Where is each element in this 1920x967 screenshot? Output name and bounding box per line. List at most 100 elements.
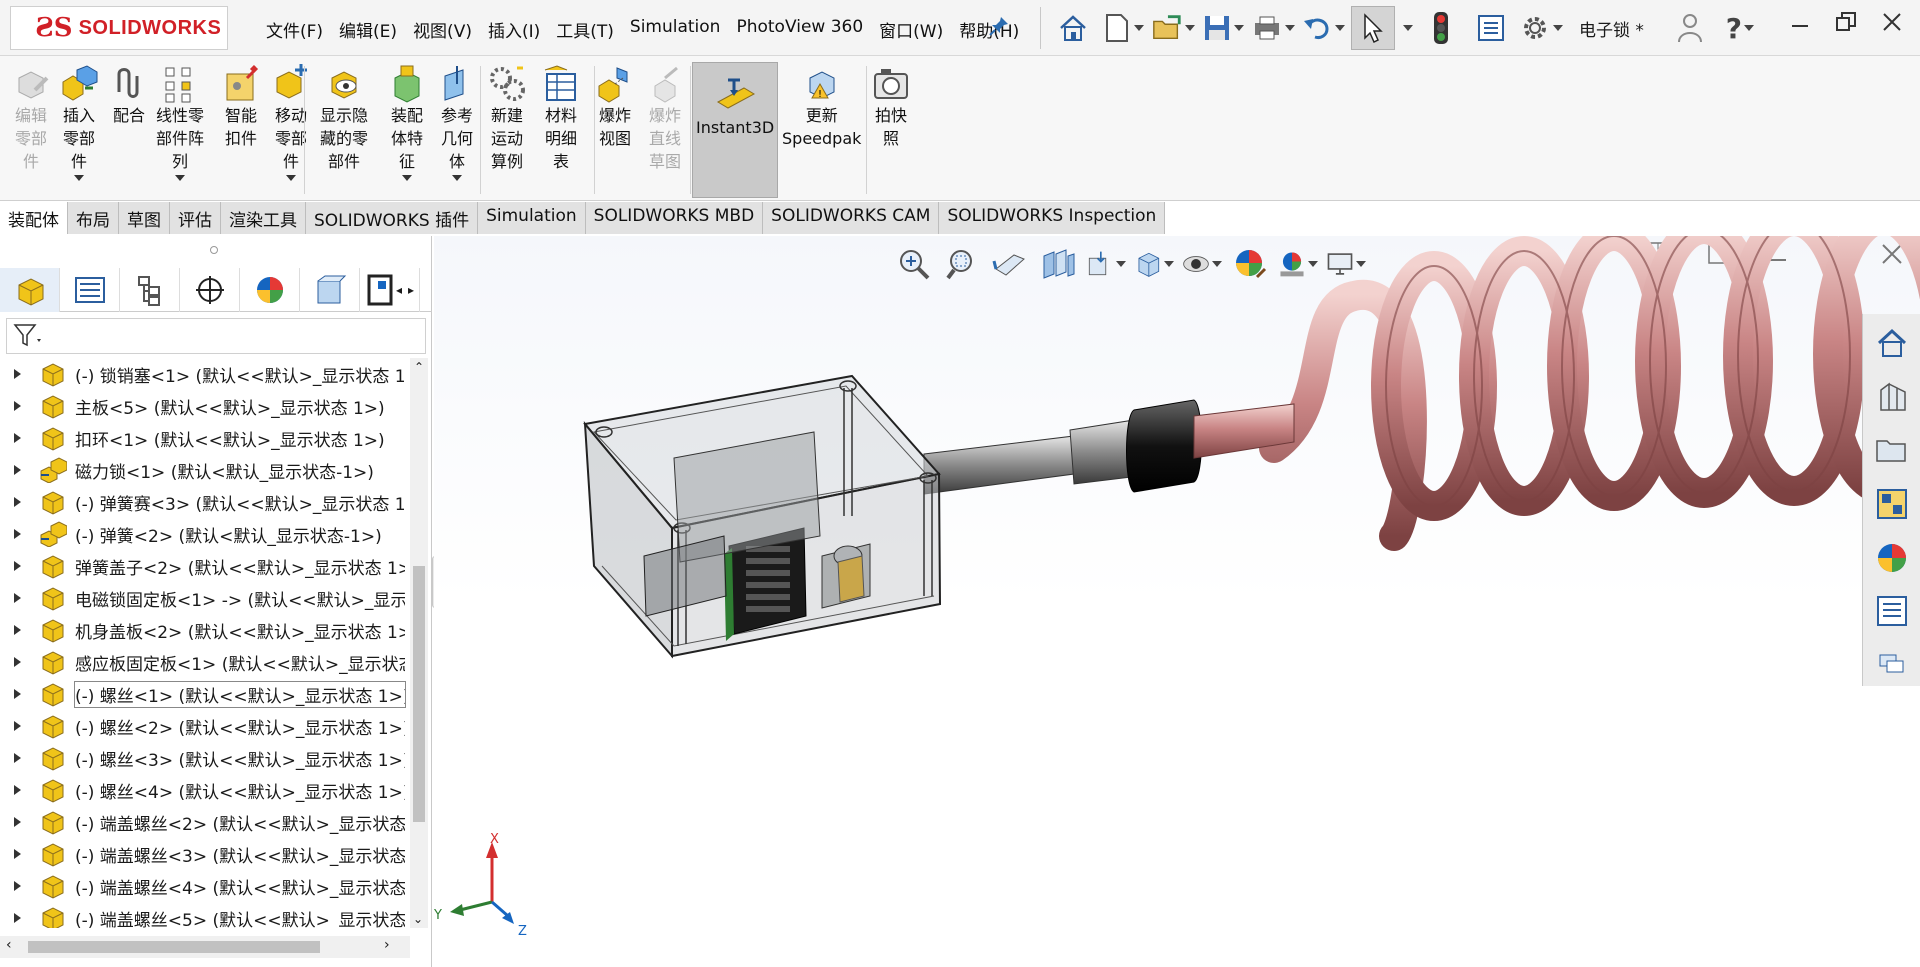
- tab-5[interactable]: SOLIDWORKS 插件: [306, 202, 479, 234]
- tree-vertical-scroll-thumb[interactable]: [413, 566, 425, 822]
- scroll-left-icon[interactable]: ‹: [6, 937, 12, 953]
- menu-item-6[interactable]: PhotoView 360: [728, 17, 871, 42]
- tree-item[interactable]: 机身盖板<2> (默认<<默认>_显示状态 1>): [0, 614, 410, 646]
- tree-item[interactable]: 弹簧盖子<2> (默认<<默认>_显示状态 1>): [0, 550, 410, 582]
- expand-arrow-icon[interactable]: [14, 753, 21, 763]
- expand-arrow-icon[interactable]: [14, 785, 21, 795]
- expand-arrow-icon[interactable]: [14, 625, 21, 635]
- expand-arrow-icon[interactable]: [14, 689, 21, 699]
- graphics-area[interactable]: X Y Z: [434, 236, 1920, 967]
- tree-item[interactable]: (-) 弹簧赛<3> (默认<<默认>_显示状态 1>): [0, 486, 410, 518]
- scroll-right-icon[interactable]: ›: [384, 937, 390, 953]
- tree-item[interactable]: 电磁锁固定板<1> -> (默认<<默认>_显示状态 1>): [0, 582, 410, 614]
- minimize-icon[interactable]: [1786, 8, 1814, 36]
- bill-of-materials-button[interactable]: 材料 明细 表: [540, 64, 582, 173]
- save-icon[interactable]: [1201, 6, 1245, 50]
- tab-3[interactable]: 评估: [170, 202, 221, 234]
- home-icon[interactable]: [1051, 6, 1095, 50]
- take-snapshot-button[interactable]: 拍快 照: [870, 64, 912, 150]
- panel-tabs-scroll-left-icon[interactable]: ◂: [396, 283, 402, 297]
- undo-icon[interactable]: [1301, 6, 1345, 50]
- tree-item[interactable]: (-) 螺丝<1> (默认<<默认>_显示状态 1>): [0, 678, 410, 710]
- tree-filter[interactable]: [6, 318, 426, 354]
- tree-item[interactable]: (-) 螺丝<2> (默认<<默认>_显示状态 1>): [0, 710, 410, 742]
- assembly-model-illustration[interactable]: [434, 236, 1920, 967]
- chevron-down-icon[interactable]: [452, 175, 462, 181]
- design-library-icon[interactable]: [1871, 376, 1913, 418]
- close-icon[interactable]: [1878, 8, 1906, 36]
- expand-arrow-icon[interactable]: [14, 401, 21, 411]
- move-component-button[interactable]: 移动 零部 件: [270, 64, 312, 181]
- file-properties-icon[interactable]: [1469, 6, 1513, 50]
- insert-components-button[interactable]: 插入 零部 件: [58, 64, 100, 181]
- tree-item[interactable]: (-) 螺丝<3> (默认<<默认>_显示状态 1>): [0, 742, 410, 774]
- expand-arrow-icon[interactable]: [14, 497, 21, 507]
- print-icon[interactable]: [1251, 6, 1295, 50]
- menu-item-0[interactable]: 文件(F): [258, 17, 331, 42]
- edit-component-button[interactable]: 编辑 零部 件: [10, 64, 52, 173]
- expand-arrow-icon[interactable]: [14, 721, 21, 731]
- tree-horizontal-scrollbar[interactable]: ‹ ›: [0, 936, 410, 958]
- show-hidden-components-button[interactable]: 显示隐 藏的零 部件: [320, 64, 368, 173]
- new-motion-study-button[interactable]: 新建 运动 算例: [486, 64, 528, 173]
- open-folder-icon[interactable]: [1151, 6, 1195, 50]
- expand-arrow-icon[interactable]: [14, 433, 21, 443]
- tree-horizontal-scroll-thumb[interactable]: [28, 941, 320, 953]
- tree-item[interactable]: (-) 弹簧<2> (默认<默认_显示状态-1>): [0, 518, 410, 550]
- chevron-down-icon[interactable]: [402, 175, 412, 181]
- panel-grip-icon[interactable]: [210, 246, 218, 254]
- expand-arrow-icon[interactable]: [14, 369, 21, 379]
- tab-8[interactable]: SOLIDWORKS CAM: [763, 202, 940, 234]
- tab-7[interactable]: SOLIDWORKS MBD: [585, 202, 764, 234]
- restore-icon[interactable]: [1832, 8, 1860, 36]
- appearances-scenes-icon[interactable]: [1871, 537, 1913, 579]
- tree-item[interactable]: (-) 锁销塞<1> (默认<<默认>_显示状态 1>): [0, 358, 410, 390]
- menu-item-4[interactable]: 工具(T): [548, 17, 622, 42]
- tree-item[interactable]: (-) 端盖螺丝<5> (默认<<默认>_显示状态 1>): [0, 902, 410, 928]
- expand-arrow-icon[interactable]: [14, 593, 21, 603]
- update-speedpak-button[interactable]: ! 更新 Speedpak: [782, 64, 861, 150]
- expand-arrow-icon[interactable]: [14, 657, 21, 667]
- tree-item[interactable]: 扣环<1> (默认<<默认>_显示状态 1>): [0, 422, 410, 454]
- forum-icon[interactable]: [1871, 644, 1913, 686]
- exploded-view-button[interactable]: 爆炸 视图: [594, 64, 636, 150]
- panel-tabs-scroll-right-icon[interactable]: ▸: [408, 283, 414, 297]
- chevron-down-icon[interactable]: [286, 175, 296, 181]
- solidworks-logo[interactable]: ƧS SOLIDWORKS: [10, 6, 228, 50]
- chevron-down-icon[interactable]: [175, 175, 185, 181]
- solidworks-resources-icon[interactable]: [1871, 322, 1913, 364]
- expand-arrow-icon[interactable]: [14, 465, 21, 475]
- expand-arrow-icon[interactable]: [14, 529, 21, 539]
- tab-4[interactable]: 渲染工具: [221, 202, 306, 234]
- cam-feature-icon[interactable]: [300, 268, 360, 312]
- options-gear-icon[interactable]: [1519, 6, 1563, 50]
- tree-item[interactable]: 磁力锁<1> (默认<默认_显示状态-1>): [0, 454, 410, 486]
- tree-item[interactable]: (-) 端盖螺丝<4> (默认<<默认>_显示状态 1>): [0, 870, 410, 902]
- filter-icon[interactable]: [13, 323, 43, 349]
- tab-6[interactable]: Simulation: [478, 202, 586, 234]
- menu-item-1[interactable]: 编辑(E): [331, 17, 405, 42]
- new-document-icon[interactable]: [1101, 6, 1145, 50]
- tree-item[interactable]: 感应板固定板<1> (默认<<默认>_显示状态 1>): [0, 646, 410, 678]
- menu-item-3[interactable]: 插入(I): [480, 17, 548, 42]
- configurationmanager-icon[interactable]: [120, 268, 180, 312]
- file-explorer-icon[interactable]: [1871, 429, 1913, 471]
- cam-operation-icon[interactable]: ◂ ▸: [360, 268, 420, 312]
- dimxpert-icon[interactable]: [180, 268, 240, 312]
- menu-item-2[interactable]: 视图(V): [405, 17, 480, 42]
- instant3d-button[interactable]: Instant3D: [696, 76, 774, 139]
- view-palette-icon[interactable]: [1871, 483, 1913, 525]
- displaymanager-icon[interactable]: [240, 268, 300, 312]
- featuremanager-icon[interactable]: [0, 268, 60, 312]
- tree-item[interactable]: (-) 螺丝<4> (默认<<默认>_显示状态 1>): [0, 774, 410, 806]
- explode-line-sketch-button[interactable]: 爆炸 直线 草图: [644, 64, 686, 173]
- scroll-up-icon[interactable]: ⌃: [410, 360, 428, 374]
- tab-9[interactable]: SOLIDWORKS Inspection: [939, 202, 1166, 234]
- smart-fasteners-button[interactable]: 智能 扣件: [220, 64, 262, 150]
- expand-arrow-icon[interactable]: [14, 913, 21, 923]
- tree-vertical-scrollbar[interactable]: ⌃ ⌄: [410, 358, 428, 928]
- scroll-down-icon[interactable]: ⌄: [413, 912, 423, 926]
- chevron-down-icon[interactable]: [74, 175, 84, 181]
- tree-item[interactable]: (-) 端盖螺丝<3> (默认<<默认>_显示状态 1>): [0, 838, 410, 870]
- custom-properties-icon[interactable]: [1871, 591, 1913, 633]
